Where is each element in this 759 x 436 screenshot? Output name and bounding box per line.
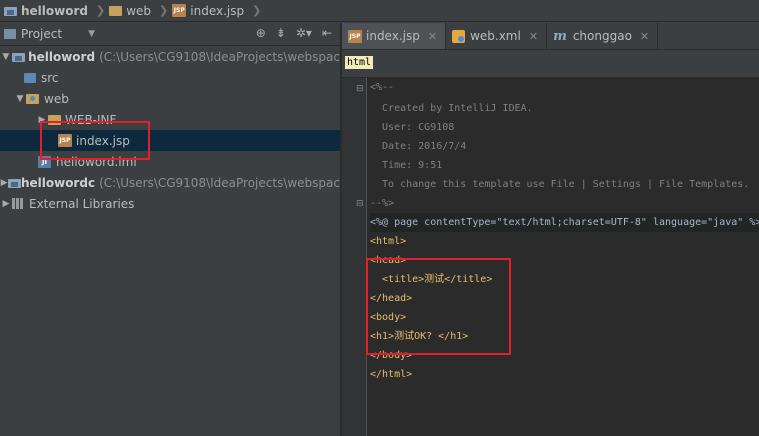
project-tree: ▼ helloword (C:\Users\CG9108\IdeaProject… [0,46,398,436]
code-editor[interactable]: ⊟ ⊟ <%-- Created by IntelliJ IDEA. User:… [342,78,759,436]
tree-item-label: helloword [28,49,96,64]
tree-item-label: src [41,70,59,85]
web-folder-icon [26,93,39,104]
library-icon [12,198,24,209]
tree-item-label: hellowordc [20,175,96,190]
breadcrumb-label: web [126,3,152,18]
project-panel-header: Project ▼ ⊕ ⇟ ✲▾ ⇤ [0,23,340,46]
close-icon[interactable]: ✕ [428,30,437,43]
tree-item-label: web [44,91,69,106]
tab-index-jsp[interactable]: JSP index.jsp ✕ [342,23,447,49]
chevron-right-icon: ❯ [159,4,169,17]
breadcrumb-folder[interactable]: web [109,4,151,18]
code-breadcrumb-bar: html [342,50,759,78]
project-view-icon [4,29,16,39]
close-icon[interactable]: ✕ [529,30,538,43]
collapsed-arrow-icon[interactable]: ▶ [0,178,8,188]
jsp-file-icon: JSP [172,4,187,17]
code-line: <%-- [370,82,395,93]
tree-item-label: External Libraries [29,196,135,211]
expanded-arrow-icon[interactable]: ▼ [14,94,26,104]
scroll-from-source-icon[interactable]: ⊕ [256,26,266,40]
class-file-icon: m [553,28,567,44]
source-folder-icon [24,72,36,83]
code-line-directive: <%@ page contentType="text/html;charset=… [370,213,759,232]
project-icon [11,51,25,62]
navigation-bar: helloword ❯ web ❯ JSP index.jsp ❯ [0,0,759,22]
annotation-highlight-box [40,121,150,160]
fold-marker-icon[interactable]: ⊟ [356,199,364,209]
tab-chonggao[interactable]: m chonggao ✕ [547,23,659,49]
code-line: User: CG9108 [370,122,455,133]
collapse-all-icon[interactable]: ⇟ [276,26,286,40]
gear-icon[interactable]: ✲▾ [296,26,312,40]
close-icon[interactable]: ✕ [640,30,649,43]
hide-panel-icon[interactable]: ⇤ [322,26,332,40]
code-breadcrumb-html[interactable]: html [345,56,374,69]
jsp-file-icon: JSP [348,29,362,43]
breadcrumb-label: index.jsp [190,3,245,18]
breadcrumb-project[interactable]: helloword [4,4,88,18]
code-line: <html> [370,236,407,247]
tab-label: index.jsp [366,29,420,43]
tree-item-web[interactable]: ▼ web [0,88,354,109]
code-line: --%> [370,198,395,209]
collapsed-arrow-icon[interactable]: ▶ [0,199,12,209]
tree-item-path: (C:\Users\CG9108\IdeaProjects\webspac [99,175,340,190]
expanded-arrow-icon[interactable]: ▼ [0,52,12,62]
editor-tab-bar: JSP index.jsp ✕ web.xml ✕ m chonggao ✕ [342,23,759,50]
tree-item-path: (C:\Users\CG9108\IdeaProjects\webspac [99,49,340,64]
project-icon [4,5,17,16]
code-line: Date: 2016/7/4 [370,141,467,152]
code-line: </html> [370,369,413,380]
chevron-right-icon: ❯ [96,4,106,17]
tree-item-helloword[interactable]: ▼ helloword (C:\Users\CG9108\IdeaProject… [0,46,340,67]
chevron-right-icon: ❯ [252,4,262,17]
project-view-selector[interactable]: Project ▼ [4,27,95,41]
tab-label: web.xml [470,29,521,43]
tree-item-hellowordc[interactable]: ▶ hellowordc (C:\Users\CG9108\IdeaProjec… [0,172,340,193]
project-toolbar: ⊕ ⇟ ✲▾ ⇤ [256,26,332,40]
breadcrumb-label: helloword [21,3,88,18]
tab-web-xml[interactable]: web.xml ✕ [446,23,548,49]
tab-label: chonggao [572,29,632,43]
project-panel-title: Project [21,27,63,41]
code-line: To change this template use File | Setti… [370,179,750,190]
project-icon [8,177,21,188]
dropdown-arrow-icon: ▼ [88,29,95,39]
xml-file-icon [452,29,466,43]
breadcrumb-file[interactable]: JSP index.jsp [172,4,244,18]
folder-icon [109,5,123,16]
editor-gutter: ⊟ ⊟ [342,78,367,436]
tree-item-src[interactable]: src [0,67,364,88]
tree-item-external-libraries[interactable]: ▶ External Libraries [0,193,340,214]
annotation-highlight-box [366,258,511,355]
code-line: Created by IntelliJ IDEA. [370,103,533,114]
fold-marker-icon[interactable]: ⊟ [356,84,364,94]
code-line: Time: 9:51 [370,160,443,171]
